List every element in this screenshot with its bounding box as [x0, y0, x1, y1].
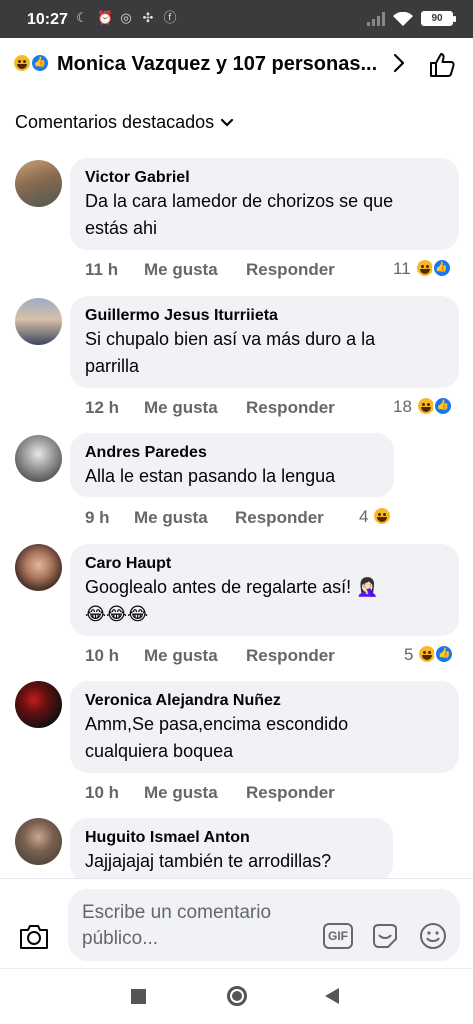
- like-button[interactable]: Me gusta: [134, 508, 208, 528]
- comment-author[interactable]: Guillermo Jesus Iturriieta: [85, 306, 444, 326]
- reaction-count: 11: [393, 259, 411, 278]
- comment-bubble: Veronica Alejandra Nuñez Amm,Se pasa,enc…: [70, 681, 459, 773]
- chevron-right-icon[interactable]: [388, 52, 410, 74]
- comment-text: Si chupalo bien así va más duro a la: [85, 329, 376, 349]
- comment-sort-dropdown[interactable]: Comentarios destacados: [15, 112, 234, 133]
- moon-icon: ☾: [76, 10, 88, 25]
- avatar[interactable]: [15, 160, 62, 207]
- comment-time: 11 h: [85, 260, 119, 279]
- reply-button[interactable]: Responder: [246, 783, 335, 803]
- system-navigation-bar: [0, 968, 473, 1024]
- comment-bubble: Guillermo Jesus Iturriieta Si chupalo bi…: [70, 296, 459, 388]
- like-reaction-icon: 👍: [431, 258, 452, 278]
- status-time: 10:27: [27, 11, 68, 28]
- comment-text: cualquiera boquea: [85, 741, 234, 761]
- header-reaction-icons: 👍: [12, 53, 52, 75]
- comment-bubble: Victor Gabriel Da la cara lamedor de cho…: [70, 158, 459, 250]
- comment-bubble: Caro Haupt Googlealo antes de regalarte …: [70, 544, 459, 636]
- comment-time: 9 h: [85, 508, 110, 527]
- comment-bubble: Andres Paredes Alla le estan pasando la …: [70, 433, 394, 497]
- status-notification-icons: ☾ ⏰ ◎ ✣ ⓕ: [75, 11, 177, 25]
- comment-text: estás ahi: [85, 218, 158, 238]
- comment-time: 10 h: [85, 783, 120, 802]
- comment-text: Alla le estan pasando la lengua: [85, 466, 336, 486]
- comment-text: Googlealo antes de regalarte así! 🤦🏻‍♀️: [85, 577, 379, 597]
- gif-icon[interactable]: GIF: [323, 923, 353, 949]
- sticker-icon[interactable]: [370, 921, 400, 951]
- avatar[interactable]: [15, 435, 62, 482]
- comment-text: 😂😂😂: [85, 604, 149, 624]
- like-reaction-icon: 👍: [434, 644, 455, 664]
- like-button[interactable]: Me gusta: [144, 398, 218, 418]
- reaction-count: 4: [359, 507, 369, 526]
- reply-button[interactable]: Responder: [235, 508, 324, 528]
- avatar[interactable]: [15, 298, 62, 345]
- comment-text: Jajjajajaj también te arrodillas?: [85, 851, 332, 871]
- back-button[interactable]: [325, 988, 339, 1004]
- comment-reactions[interactable]: 11 👍: [393, 258, 455, 280]
- avatar[interactable]: [15, 681, 62, 728]
- wifi-icon: [393, 11, 413, 26]
- like-button[interactable]: Me gusta: [144, 646, 218, 666]
- like-reaction-icon: 👍: [432, 396, 453, 416]
- home-button[interactable]: [227, 986, 247, 1006]
- comment-bubble: Huguito Ismael Anton Jajjajajaj también …: [70, 818, 393, 882]
- reaction-count: 5: [404, 645, 414, 664]
- haha-reaction-icon: [372, 506, 393, 526]
- comment-reactions[interactable]: 4: [359, 506, 394, 528]
- comment-text: Da la cara lamedor de chorizos se que: [85, 191, 394, 211]
- facebook-icon: ⓕ: [163, 10, 177, 25]
- comment-reactions[interactable]: 18 👍: [393, 396, 456, 418]
- chevron-down-icon: [221, 118, 234, 127]
- recents-button[interactable]: [131, 989, 146, 1004]
- comment-text: Amm,Se pasa,encima escondido: [85, 714, 349, 734]
- comment-author[interactable]: Victor Gabriel: [85, 168, 444, 188]
- reply-button[interactable]: Responder: [246, 260, 335, 280]
- avatar[interactable]: [15, 544, 62, 591]
- reactions-title[interactable]: Monica Vazquez y 107 personas...: [57, 53, 387, 76]
- haha-reaction-icon: [12, 53, 32, 73]
- comment-composer: Escribe un comentario público... GIF: [0, 878, 473, 968]
- comment-time: 12 h: [85, 398, 120, 417]
- comment-placeholder: Escribe un comentario público...: [82, 902, 272, 949]
- like-button[interactable]: Me gusta: [144, 260, 218, 280]
- comment-author[interactable]: Caro Haupt: [85, 554, 444, 574]
- comment-author[interactable]: Huguito Ismael Anton: [85, 828, 378, 848]
- comment-text: parrilla: [85, 356, 140, 376]
- reactions-header[interactable]: 👍 Monica Vazquez y 107 personas...: [0, 38, 473, 94]
- status-system-icons: 90: [367, 11, 456, 26]
- pinwheel-icon: ✣: [142, 10, 154, 25]
- battery-icon: 90: [421, 11, 456, 26]
- like-reaction-icon: 👍: [30, 53, 50, 73]
- instagram-icon: ◎: [120, 10, 132, 25]
- thumbs-up-icon[interactable]: [427, 50, 457, 80]
- comment-time: 10 h: [85, 646, 120, 665]
- signal-icon: [367, 11, 385, 26]
- avatar[interactable]: [15, 818, 62, 865]
- status-bar: 10:27 ☾ ⏰ ◎ ✣ ⓕ 90: [0, 0, 473, 38]
- camera-icon[interactable]: [18, 923, 50, 951]
- comment-input[interactable]: Escribe un comentario público... GIF: [68, 889, 460, 961]
- alarm-icon: ⏰: [97, 10, 114, 25]
- comment-author[interactable]: Veronica Alejandra Nuñez: [85, 691, 444, 711]
- comment-author[interactable]: Andres Paredes: [85, 443, 379, 463]
- smile-icon[interactable]: [418, 921, 448, 951]
- reply-button[interactable]: Responder: [246, 646, 335, 666]
- reaction-count: 18: [393, 397, 412, 416]
- comment-reactions[interactable]: 5 👍: [404, 644, 457, 666]
- reply-button[interactable]: Responder: [246, 398, 335, 418]
- like-button[interactable]: Me gusta: [144, 783, 218, 803]
- sort-label: Comentarios destacados: [15, 112, 215, 132]
